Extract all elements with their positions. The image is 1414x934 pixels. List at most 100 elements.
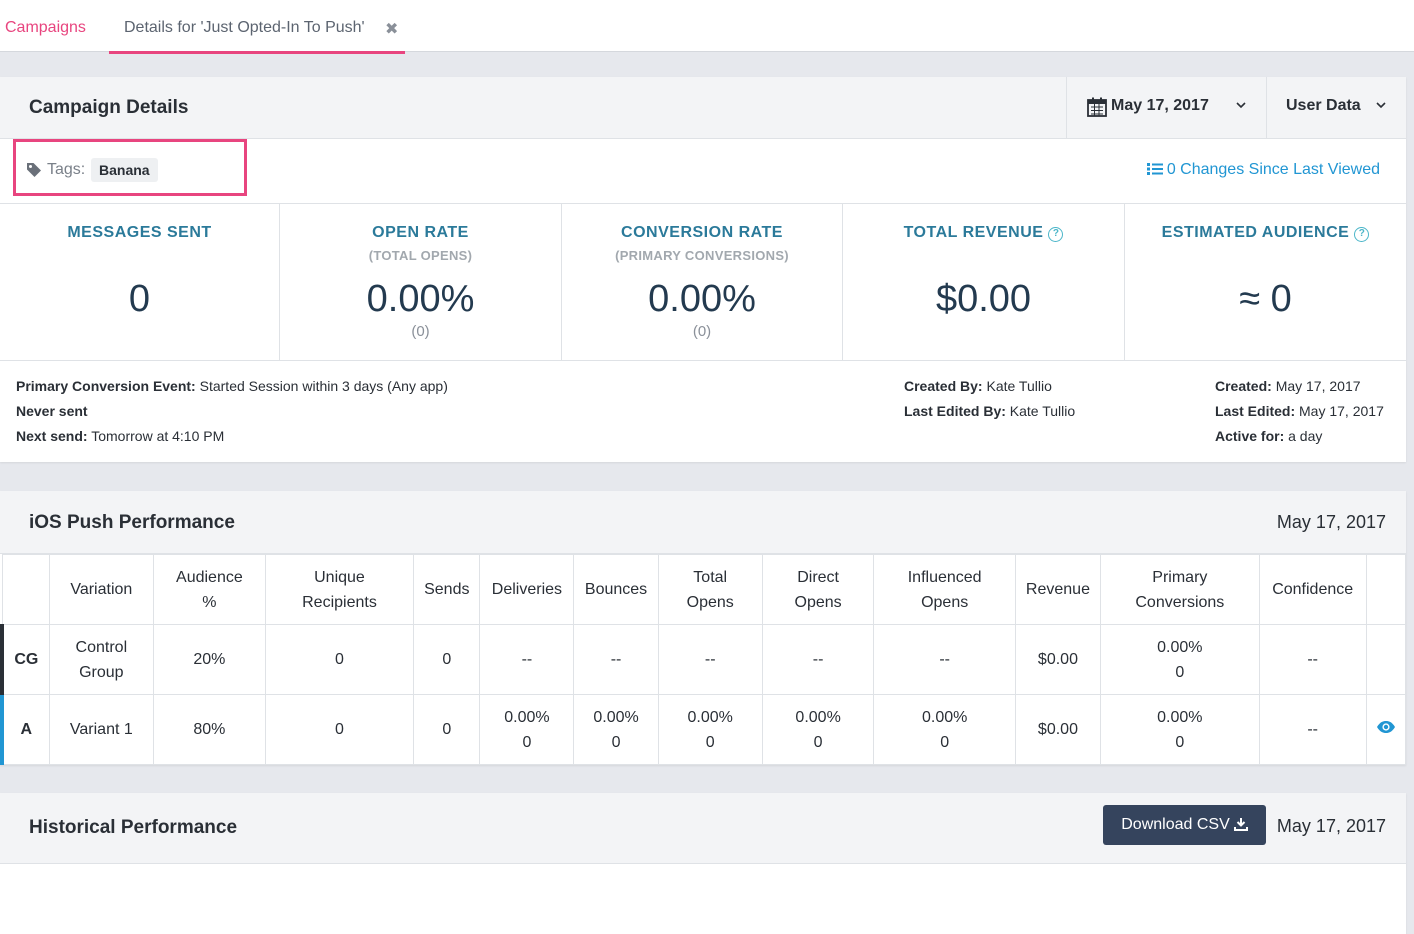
stat-total-revenue: TOTAL REVENUE? $0.00 (843, 204, 1125, 360)
ios-push-performance-header: iOS Push Performance May 17, 2017 (0, 491, 1406, 554)
created-by: Created By: Kate Tullio (904, 378, 1052, 394)
help-icon[interactable]: ? (1354, 227, 1370, 242)
meta-middle: Created By: Kate Tullio Last Edited By: … (904, 374, 1075, 424)
never-sent: Never sent (16, 403, 88, 419)
stat-open-rate: OPEN RATE (TOTAL OPENS) 0.00% (0) (280, 204, 562, 360)
sends: 0 (413, 624, 481, 695)
column-header: Confidence (1258, 554, 1367, 625)
table-row: A Variant 1 80% 0 0 0.00% 0 0.00% 0 0.00% 0… (0, 694, 1407, 765)
column-header: Audience % (153, 554, 266, 625)
campaign-details-panel: Campaign Details May 17, 2017 User Data … (0, 77, 1406, 462)
eye-icon[interactable] (1376, 720, 1396, 734)
download-icon (1233, 818, 1248, 831)
stat-count: (0) (692, 323, 712, 340)
changes-since-last-viewed-link[interactable]: 0 Changes Since Last Viewed (1146, 161, 1380, 179)
tags-label: Tags: (47, 161, 86, 178)
revenue: $0.00 (1014, 624, 1102, 695)
stat-subtitle: (TOTAL OPENS) (368, 248, 473, 263)
influenced-opens: -- (873, 624, 1016, 695)
variant-performance-table: Variation Audience % Unique Recipients S… (0, 554, 1407, 765)
revenue: $0.00 (1014, 694, 1102, 765)
primary-conversions: 0.00% 0 (1100, 694, 1260, 765)
last-edited-date: Last Edited: May 17, 2017 (1215, 403, 1384, 419)
column-header: Influenced Opens (873, 554, 1016, 625)
total-opens: 0.00% 0 (657, 694, 763, 765)
tab-campaign-details[interactable]: Details for 'Just Opted-In To Push' ✖ (109, 0, 405, 54)
panel-title: Historical Performance (29, 817, 238, 838)
column-header (1, 554, 50, 625)
column-header: Primary Conversions (1100, 554, 1260, 625)
bounces: -- (573, 624, 659, 695)
stat-title-label: TOTAL REVENUE (903, 224, 1044, 241)
stat-value: 0.00% (648, 278, 756, 320)
stat-value: 0 (128, 278, 151, 320)
chevron-down-icon (1376, 102, 1386, 109)
table-row: CG Control Group 20% 0 0 -- -- -- -- -- … (0, 624, 1407, 695)
confidence: -- (1258, 624, 1367, 695)
influenced-opens: 0.00% 0 (873, 694, 1016, 765)
campaign-details-header: Campaign Details May 17, 2017 User Data (0, 77, 1406, 139)
column-header: Bounces (573, 554, 659, 625)
primary-conversions: 0.00% 0 (1100, 624, 1260, 695)
date-filter-dropdown[interactable]: May 17, 2017 (1066, 77, 1266, 139)
stat-conversion-rate: CONVERSION RATE (PRIMARY CONVERSIONS) 0.… (562, 204, 843, 360)
primary-conversion-event: Primary Conversion Event: Started Sessio… (16, 378, 448, 394)
last-edited-by: Last Edited By: Kate Tullio (904, 403, 1076, 419)
stats-row: MESSAGES SENT 0 OPEN RATE (TOTAL OPENS) … (0, 203, 1406, 361)
deliveries: 0.00% 0 (479, 694, 575, 765)
calendar-icon (1087, 97, 1107, 117)
variation-name: Variant 1 (48, 694, 155, 765)
audience-percent: 80% (153, 694, 266, 765)
row-action (1365, 624, 1407, 695)
column-header (1365, 554, 1407, 625)
row-tag: A (0, 694, 50, 765)
tags-highlight: Tags: Banana (13, 139, 247, 196)
column-header: Unique Recipients (264, 554, 415, 625)
stat-title: ESTIMATED AUDIENCE? (1125, 224, 1406, 242)
stat-title: CONVERSION RATE (621, 224, 783, 241)
stat-messages-sent: MESSAGES SENT 0 (0, 204, 280, 360)
user-data-dropdown[interactable]: User Data (1266, 77, 1406, 139)
historical-date: May 17, 2017 (1276, 816, 1386, 836)
meta-left: Primary Conversion Event: Started Sessio… (16, 374, 448, 449)
column-header: Total Opens (657, 554, 763, 625)
stat-title-label: ESTIMATED AUDIENCE (1161, 224, 1350, 241)
column-header: Deliveries (479, 554, 575, 625)
row-action (1365, 694, 1407, 765)
stat-count: (0) (411, 323, 430, 340)
ios-push-performance-panel: iOS Push Performance May 17, 2017 Variat… (0, 491, 1407, 765)
total-opens: -- (657, 624, 763, 695)
close-icon[interactable]: ✖ (385, 19, 398, 39)
tab-campaign-details-label: Details for 'Just Opted-In To Push' (124, 19, 365, 36)
tab-campaigns[interactable]: Campaigns (5, 19, 86, 37)
historical-performance-panel: Historical Performance Download CSV May … (0, 793, 1406, 934)
changes-link-label: 0 Changes Since Last Viewed (1166, 161, 1380, 178)
panel-title: iOS Push Performance (29, 512, 235, 533)
download-csv-label: Download CSV (1121, 816, 1230, 833)
deliveries: -- (479, 624, 575, 695)
tag-chip[interactable]: Banana (91, 158, 158, 182)
user-data-label: User Data (1286, 97, 1361, 114)
next-send: Next send: Tomorrow at 4:10 PM (16, 428, 225, 444)
direct-opens: 0.00% 0 (761, 694, 875, 765)
created-date: Created: May 17, 2017 (1215, 378, 1361, 394)
stat-value: 0.00% (366, 278, 475, 320)
row-tag: CG (0, 624, 50, 695)
help-icon[interactable]: ? (1048, 227, 1064, 242)
bounces: 0.00% 0 (573, 694, 659, 765)
confidence: -- (1258, 694, 1367, 765)
stat-value: ≈ 0 (1239, 278, 1292, 320)
column-header: Revenue (1014, 554, 1102, 625)
audience-percent: 20% (153, 624, 266, 695)
tab-bar: Campaigns Details for 'Just Opted-In To … (0, 0, 1414, 54)
sends: 0 (413, 694, 481, 765)
chevron-down-icon (1236, 102, 1246, 109)
column-header: Sends (413, 554, 481, 625)
ios-date: May 17, 2017 (1276, 512, 1386, 532)
column-header: Direct Opens (761, 554, 875, 625)
date-filter-label: May 17, 2017 (1111, 97, 1209, 114)
panel-title: Campaign Details (29, 97, 189, 118)
historical-performance-header: Historical Performance Download CSV May … (0, 793, 1406, 864)
tag-icon (27, 163, 41, 177)
download-csv-button[interactable]: Download CSV (1103, 805, 1266, 845)
